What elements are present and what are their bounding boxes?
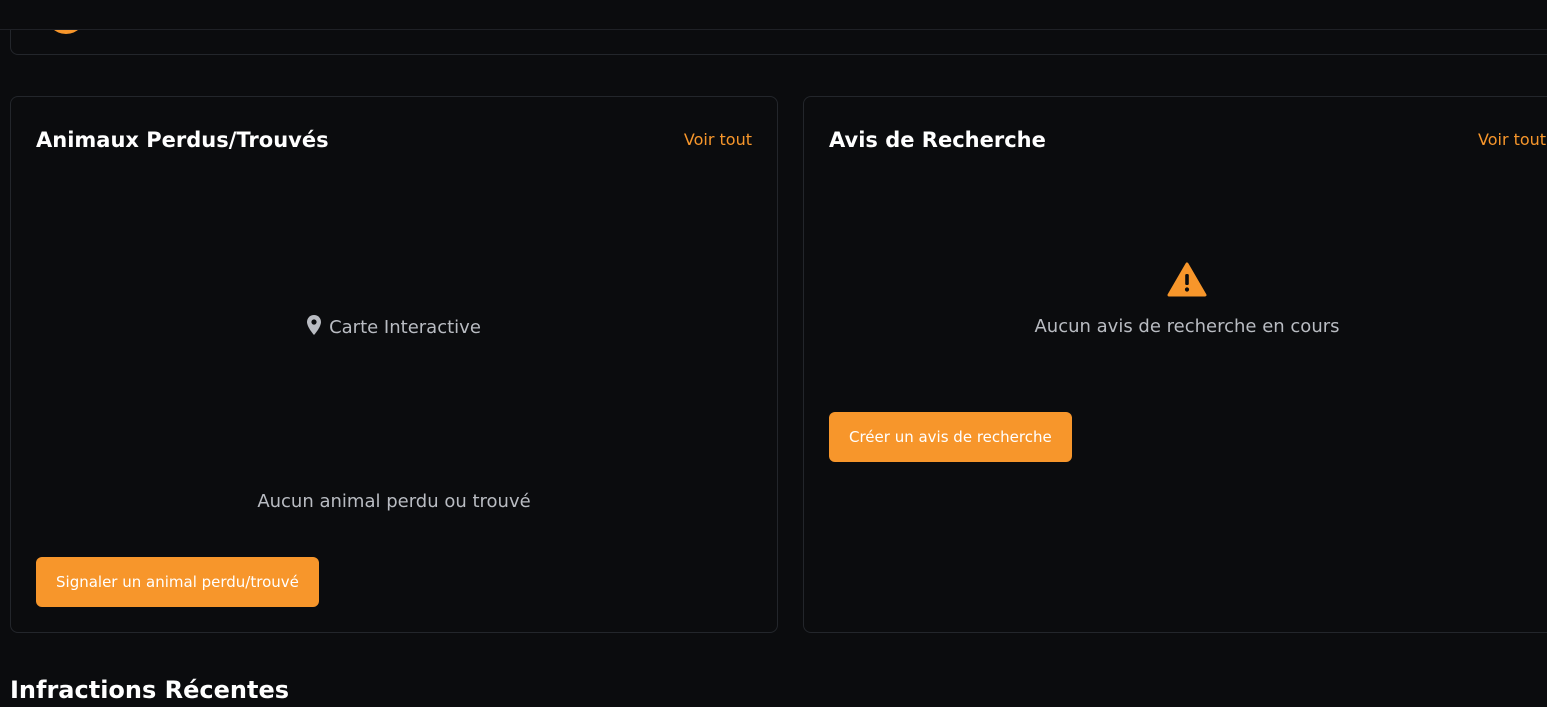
create-wanted-notice-button[interactable]: Créer un avis de recherche [829, 412, 1072, 462]
wanted-empty-text: Aucun avis de recherche en cours [1034, 316, 1340, 337]
lost-found-empty-text: Aucun animal perdu ou trouvé [257, 491, 531, 512]
lost-found-title: Animaux Perdus/Trouvés [36, 128, 329, 152]
warning-triangle-icon [1167, 262, 1207, 298]
wanted-see-all-link[interactable]: Voir tout [1478, 130, 1546, 150]
lost-found-see-all-link[interactable]: Voir tout [684, 130, 752, 150]
lost-found-card: Animaux Perdus/Trouvés Voir tout Carte I… [10, 96, 778, 633]
map-pin-icon [307, 315, 322, 342]
interactive-map-placeholder[interactable]: Carte Interactive [11, 315, 777, 342]
report-lost-found-button[interactable]: Signaler un animal perdu/trouvé [36, 557, 319, 607]
map-label: Carte Interactive [329, 317, 481, 338]
wanted-notices-card: Avis de Recherche Voir tout Aucun avis d… [803, 96, 1547, 633]
top-bar [0, 0, 1547, 30]
recent-infractions-title: Infractions Récentes [10, 676, 290, 704]
wanted-notices-title: Avis de Recherche [829, 128, 1046, 152]
